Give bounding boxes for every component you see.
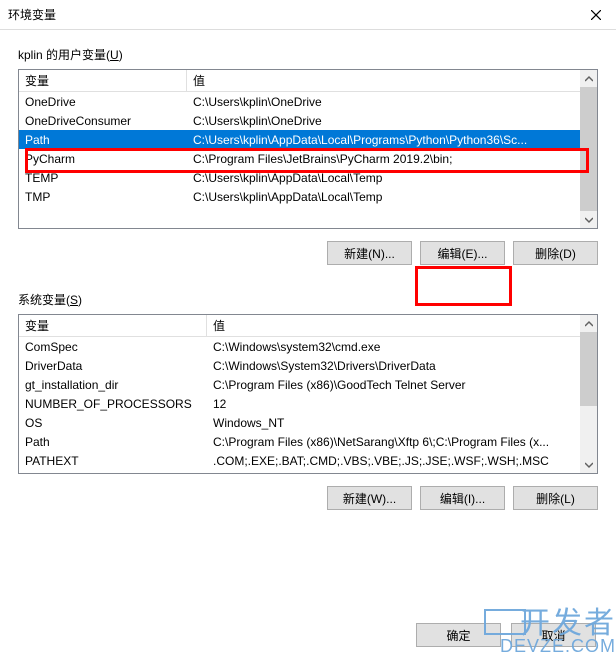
system-edit-button[interactable]: 编辑(I)... [420, 486, 505, 510]
table-row[interactable]: OSWindows_NT [19, 413, 580, 432]
table-row[interactable]: TMPC:\Users\kplin\AppData\Local\Temp [19, 187, 580, 206]
cell-value: C:\Users\kplin\AppData\Local\Programs\Py… [187, 133, 580, 147]
chevron-up-icon [585, 320, 593, 328]
cell-variable: Path [19, 435, 207, 449]
table-row[interactable]: OneDriveConsumerC:\Users\kplin\OneDrive [19, 111, 580, 130]
table-row[interactable]: gt_installation_dirC:\Program Files (x86… [19, 375, 580, 394]
user-vars-label: kplin 的用户变量(U) [18, 46, 598, 63]
table-row[interactable]: PATHEXT.COM;.EXE;.BAT;.CMD;.VBS;.VBE;.JS… [19, 451, 580, 470]
cell-variable: TMP [19, 190, 187, 204]
scrollbar-thumb[interactable] [580, 332, 597, 406]
system-vars-label: 系统变量(S) [18, 291, 598, 308]
user-vars-list[interactable]: 变量 值 OneDriveC:\Users\kplin\OneDriveOneD… [18, 69, 598, 229]
user-delete-button[interactable]: 删除(D) [513, 241, 598, 265]
table-row[interactable]: PyCharmC:\Program Files\JetBrains\PyChar… [19, 149, 580, 168]
col-variable[interactable]: 变量 [19, 315, 207, 336]
system-new-button[interactable]: 新建(W)... [327, 486, 412, 510]
table-row[interactable]: OneDriveC:\Users\kplin\OneDrive [19, 92, 580, 111]
cell-variable: TEMP [19, 171, 187, 185]
cell-variable: PATHEXT [19, 454, 207, 468]
cell-variable: NUMBER_OF_PROCESSORS [19, 397, 207, 411]
col-value[interactable]: 值 [207, 315, 580, 336]
scrollbar[interactable] [580, 315, 597, 473]
system-vars-list[interactable]: 变量 值 ComSpecC:\Windows\system32\cmd.exeD… [18, 314, 598, 474]
list-header: 变量 值 [19, 70, 580, 92]
scroll-down-button[interactable] [580, 211, 597, 228]
table-row[interactable]: ComSpecC:\Windows\system32\cmd.exe [19, 337, 580, 356]
table-row[interactable]: TEMPC:\Users\kplin\AppData\Local\Temp [19, 168, 580, 187]
table-row[interactable]: PathC:\Program Files (x86)\NetSarang\Xft… [19, 432, 580, 451]
cell-value: C:\Users\kplin\AppData\Local\Temp [187, 190, 580, 204]
cell-variable: DriverData [19, 359, 207, 373]
cell-value: C:\Program Files (x86)\NetSarang\Xftp 6\… [207, 435, 580, 449]
close-icon [591, 10, 601, 20]
scroll-up-button[interactable] [580, 315, 597, 332]
scrollbar-track[interactable] [580, 332, 597, 456]
chevron-down-icon [585, 461, 593, 469]
cell-value: Windows_NT [207, 416, 580, 430]
table-row[interactable]: PathC:\Users\kplin\AppData\Local\Program… [19, 130, 580, 149]
scrollbar[interactable] [580, 70, 597, 228]
col-value[interactable]: 值 [187, 70, 580, 91]
scrollbar-thumb[interactable] [580, 87, 597, 211]
chevron-up-icon [585, 75, 593, 83]
cell-value: C:\Program Files (x86)\GoodTech Telnet S… [207, 378, 580, 392]
col-variable[interactable]: 变量 [19, 70, 187, 91]
cell-variable: ComSpec [19, 340, 207, 354]
list-header: 变量 值 [19, 315, 580, 337]
cell-value: C:\Windows\system32\cmd.exe [207, 340, 580, 354]
cell-variable: PyCharm [19, 152, 187, 166]
cell-variable: OneDrive [19, 95, 187, 109]
cancel-button[interactable]: 取消 [511, 623, 596, 647]
ok-button[interactable]: 确定 [416, 623, 501, 647]
cell-value: .COM;.EXE;.BAT;.CMD;.VBS;.VBE;.JS;.JSE;.… [207, 454, 580, 468]
cell-value: C:\Users\kplin\AppData\Local\Temp [187, 171, 580, 185]
scroll-up-button[interactable] [580, 70, 597, 87]
cell-value: C:\Program Files\JetBrains\PyCharm 2019.… [187, 152, 580, 166]
table-row[interactable]: NUMBER_OF_PROCESSORS12 [19, 394, 580, 413]
user-new-button[interactable]: 新建(N)... [327, 241, 412, 265]
cell-variable: gt_installation_dir [19, 378, 207, 392]
cell-value: 12 [207, 397, 580, 411]
cell-value: C:\Users\kplin\OneDrive [187, 95, 580, 109]
system-delete-button[interactable]: 删除(L) [513, 486, 598, 510]
close-button[interactable] [576, 0, 616, 30]
user-edit-button[interactable]: 编辑(E)... [420, 241, 505, 265]
window-title: 环境变量 [8, 6, 576, 23]
cell-value: C:\Windows\System32\Drivers\DriverData [207, 359, 580, 373]
cell-variable: Path [19, 133, 187, 147]
cell-variable: OS [19, 416, 207, 430]
table-row[interactable]: DriverDataC:\Windows\System32\Drivers\Dr… [19, 356, 580, 375]
scrollbar-track[interactable] [580, 87, 597, 211]
cell-value: C:\Users\kplin\OneDrive [187, 114, 580, 128]
cell-variable: OneDriveConsumer [19, 114, 187, 128]
titlebar: 环境变量 [0, 0, 616, 30]
chevron-down-icon [585, 216, 593, 224]
scroll-down-button[interactable] [580, 456, 597, 473]
